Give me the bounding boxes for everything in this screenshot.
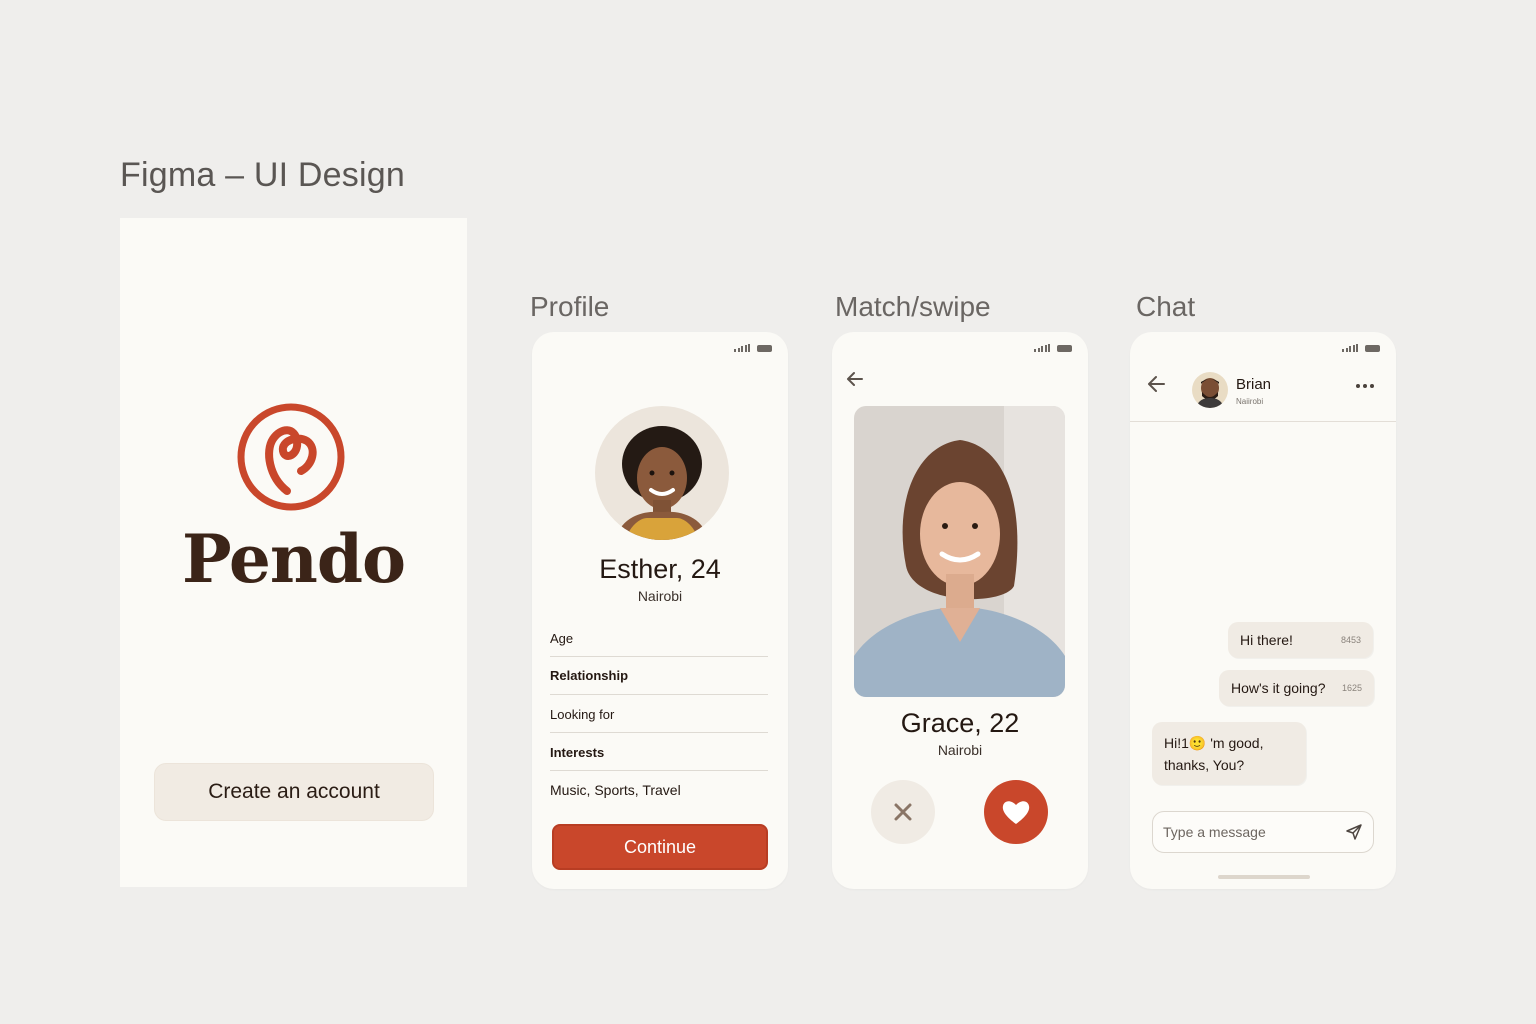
like-button[interactable] xyxy=(984,780,1048,844)
match-photo[interactable] xyxy=(854,406,1065,697)
message-text: Hi there! xyxy=(1240,632,1293,648)
canvas-title: Figma – UI Design xyxy=(120,156,405,194)
message-bubble-sent: How's it going? 1625 xyxy=(1219,670,1374,706)
signal-icon xyxy=(1034,344,1050,352)
close-icon xyxy=(894,803,912,821)
message-input-bar xyxy=(1152,811,1374,853)
brand-name: Pendo xyxy=(181,520,406,598)
match-city: Nairobi xyxy=(937,742,983,758)
message-time: 8453 xyxy=(1340,635,1361,645)
home-indicator xyxy=(1218,875,1310,879)
chat-screen: Brian Naiirobi Hi there! 8453 How's it g… xyxy=(1130,332,1396,889)
back-arrow-icon[interactable] xyxy=(1145,373,1167,395)
contact-name: Brian xyxy=(1236,376,1272,393)
match-screen: Grace, 22 Nairobi xyxy=(832,332,1088,889)
continue-button[interactable]: Continue xyxy=(552,824,768,870)
status-bar xyxy=(1034,344,1072,352)
message-bubble-received: Hi!1🙂 'm good, thanks, You? xyxy=(1152,722,1306,785)
field-interests[interactable]: Interests xyxy=(550,745,768,771)
battery-icon xyxy=(1057,344,1072,352)
profile-frame-label: Profile xyxy=(530,291,610,322)
field-relationship[interactable]: Relationship xyxy=(550,668,768,695)
contact-location: Naiirobi xyxy=(1236,397,1264,406)
match-frame-label: Match/swipe xyxy=(835,291,991,322)
profile-screen: Esther, 24 Nairobi Age Relationship Look… xyxy=(532,332,788,889)
chat-header: Brian Naiirobi xyxy=(1130,332,1396,422)
create-account-button[interactable]: Create an account xyxy=(154,763,434,821)
send-icon[interactable] xyxy=(1345,823,1363,841)
status-bar xyxy=(734,344,772,352)
signal-icon xyxy=(734,344,750,352)
heart-icon xyxy=(1002,801,1030,824)
message-text: How's it going? xyxy=(1231,680,1326,696)
battery-icon xyxy=(757,344,772,352)
field-interests-value: Music, Sports, Travel xyxy=(550,782,681,798)
more-options-icon[interactable] xyxy=(1356,384,1374,388)
splash-screen: Pendo Create an account xyxy=(120,218,467,887)
back-arrow-icon[interactable] xyxy=(844,368,866,390)
pendo-logo-icon xyxy=(237,403,345,511)
message-input[interactable] xyxy=(1163,824,1333,840)
message-text: Hi!1🙂 'm good, thanks, You? xyxy=(1164,735,1264,773)
contact-avatar[interactable] xyxy=(1192,372,1228,408)
field-looking-for[interactable]: Looking for xyxy=(550,707,768,733)
chat-frame-label: Chat xyxy=(1136,291,1196,322)
message-bubble-sent: Hi there! 8453 xyxy=(1228,622,1373,658)
profile-avatar xyxy=(595,406,729,540)
field-age[interactable]: Age xyxy=(550,631,768,657)
match-name: Grace, 22 xyxy=(900,708,1020,738)
message-time: 1625 xyxy=(1341,683,1362,693)
dislike-button[interactable] xyxy=(871,780,935,844)
profile-city: Nairobi xyxy=(637,588,683,604)
profile-name: Esther, 24 xyxy=(599,554,721,584)
